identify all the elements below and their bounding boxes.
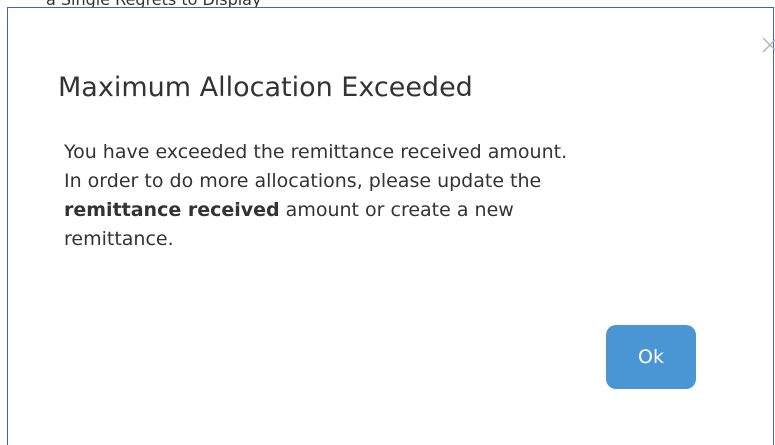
dialog-title: Maximum Allocation Exceeded	[58, 72, 473, 103]
message-line: You have exceeded the remittance receive…	[64, 141, 568, 163]
close-icon[interactable]	[760, 35, 775, 55]
page: a Single Regrets to Display Maximum Allo…	[0, 0, 775, 445]
message-line-3-rest: amount or create a new	[279, 199, 514, 221]
ok-button[interactable]: Ok	[606, 325, 696, 389]
remittance-received-emphasis: remittance received	[64, 199, 280, 221]
message-line: In order to do more allocations, please …	[64, 170, 542, 192]
message-line: remittance received amount or create a n…	[64, 196, 744, 225]
dialog-message: You have exceeded the remittance receive…	[64, 138, 744, 254]
close-icon-glyph	[762, 37, 775, 53]
message-line: remittance.	[64, 228, 174, 250]
